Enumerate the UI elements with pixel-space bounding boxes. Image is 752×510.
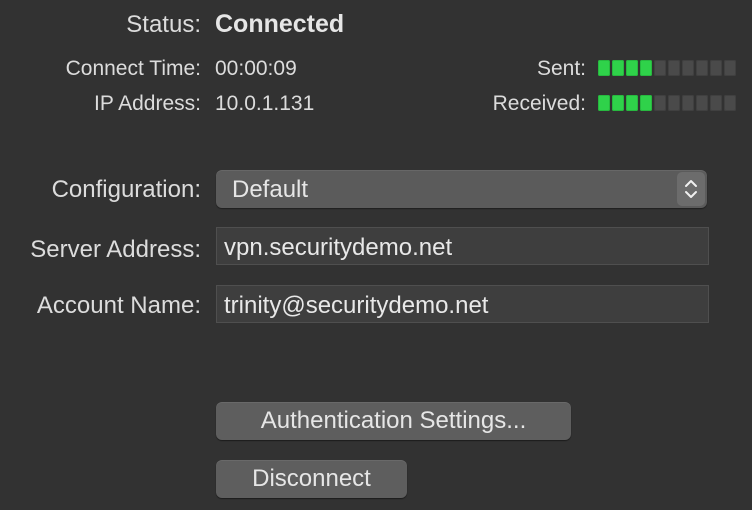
sent-meter — [598, 60, 736, 76]
meter-segment — [668, 95, 680, 111]
received-label: Received: — [492, 92, 586, 115]
status-value: Connected — [215, 10, 345, 38]
disconnect-button[interactable]: Disconnect — [216, 460, 407, 498]
meter-segment — [654, 95, 666, 111]
configuration-popup[interactable]: Default — [216, 170, 707, 208]
meter-segment — [724, 60, 736, 76]
meter-segment — [682, 60, 694, 76]
connect-time-label: Connect Time: — [65, 57, 201, 80]
meter-segment — [696, 60, 708, 76]
configuration-label: Configuration: — [51, 176, 201, 203]
received-meter — [598, 95, 736, 111]
server-address-value: vpn.securitydemo.net — [224, 234, 453, 261]
account-name-label: Account Name: — [36, 292, 201, 319]
meter-segment — [598, 60, 610, 76]
server-address-label: Server Address: — [30, 236, 201, 263]
meter-segment — [668, 60, 680, 76]
configuration-selected: Default — [232, 176, 309, 203]
account-name-value: trinity@securitydemo.net — [224, 292, 489, 319]
meter-segment — [626, 95, 638, 111]
sent-label: Sent: — [536, 57, 586, 80]
meter-segment — [640, 95, 652, 111]
account-name-field[interactable]: trinity@securitydemo.net — [216, 285, 709, 323]
server-address-field[interactable]: vpn.securitydemo.net — [216, 227, 709, 265]
meter-segment — [710, 95, 722, 111]
meter-segment — [710, 60, 722, 76]
status-label: Status: — [126, 11, 201, 38]
ip-address-value: 10.0.1.131 — [215, 92, 315, 115]
authentication-settings-button[interactable]: Authentication Settings... — [216, 402, 571, 440]
meter-segment — [682, 95, 694, 111]
ip-address-label: IP Address: — [93, 92, 201, 115]
meter-segment — [598, 95, 610, 111]
meter-segment — [612, 95, 624, 111]
up-down-chevron-icon — [677, 172, 705, 206]
meter-segment — [724, 95, 736, 111]
meter-segment — [640, 60, 652, 76]
meter-segment — [626, 60, 638, 76]
connect-time-value: 00:00:09 — [215, 57, 297, 80]
meter-segment — [612, 60, 624, 76]
meter-segment — [696, 95, 708, 111]
meter-segment — [654, 60, 666, 76]
